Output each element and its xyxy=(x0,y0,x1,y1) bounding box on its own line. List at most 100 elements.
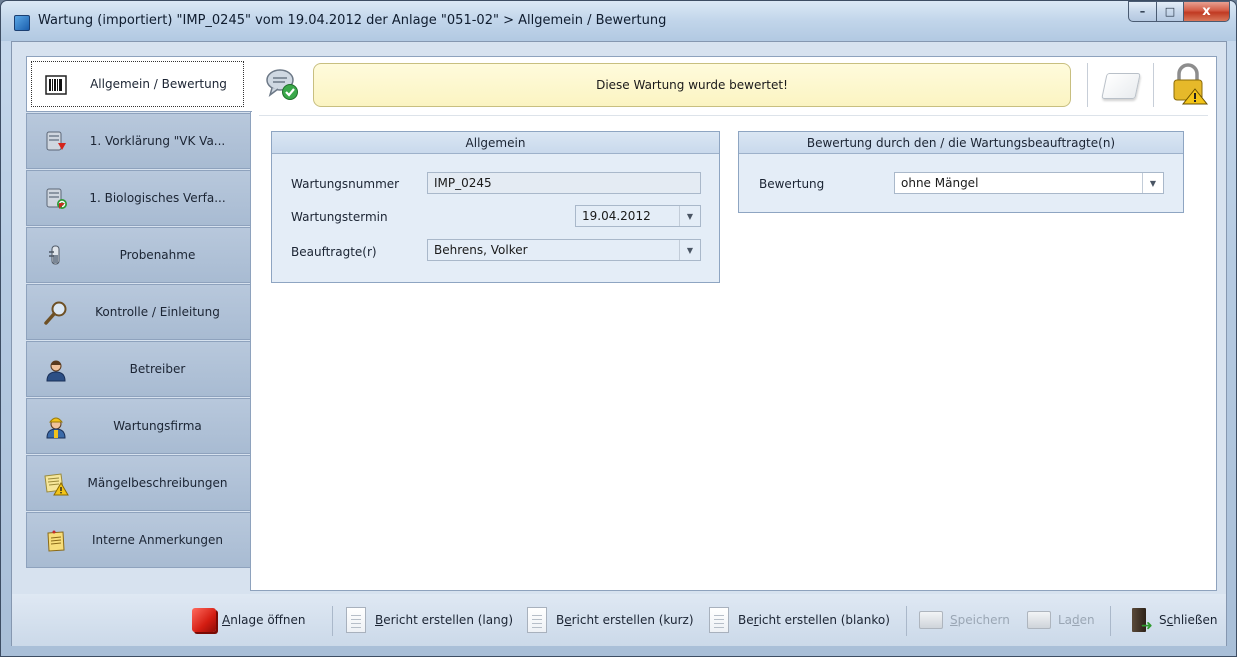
notepad-icon xyxy=(43,528,69,554)
bericht-kurz-label: richt erstellen (kurz) xyxy=(571,613,694,627)
banner-divider xyxy=(1087,63,1088,107)
maximize-button[interactable]: □ xyxy=(1156,1,1183,22)
schliessen-label: hließen xyxy=(1173,613,1218,627)
bewertung-label: Bewertung xyxy=(759,177,825,191)
minimize-button[interactable]: – xyxy=(1128,1,1156,22)
wartungsnummer-label: Wartungsnummer xyxy=(291,177,400,191)
laden-button[interactable]: La d en xyxy=(1025,604,1095,636)
chevron-down-icon[interactable]: ▼ xyxy=(1142,173,1163,193)
window-controls: – □ x xyxy=(1128,1,1230,22)
close-button[interactable]: x xyxy=(1183,1,1230,22)
toolbar-separator xyxy=(1110,606,1111,636)
load-folder-icon xyxy=(1025,605,1053,635)
sidebar-item-kontrolle-einleitung[interactable]: Kontrolle / Einleitung xyxy=(26,284,250,340)
app-icon xyxy=(14,15,30,31)
wartungsnummer-field[interactable]: IMP_0245 xyxy=(427,172,701,194)
bericht-kurz-button[interactable]: Be richt erstellen (kurz) xyxy=(523,604,694,636)
bottom-toolbar: Anlage öffnen Bericht erstellen (lang) B… xyxy=(12,594,1226,646)
bericht-blanko-label: icht erstellen (blanko) xyxy=(758,613,890,627)
bericht-lang-mnemonic: B xyxy=(375,613,384,627)
warning-note-icon xyxy=(43,471,69,497)
schliessen-mnemonic: c xyxy=(1166,613,1174,627)
application-window: Wartung (importiert) "IMP_0245" vom 19.0… xyxy=(0,0,1237,657)
sidebar-item-allgemein-bewertung[interactable]: Allgemein / Bewertung xyxy=(26,56,252,112)
barcode-icon xyxy=(43,72,69,98)
rating-group: Bewertung durch den / die Wartungsbeauft… xyxy=(738,131,1184,213)
document-icon xyxy=(523,605,551,635)
close-icon: x xyxy=(1202,4,1211,19)
title-bar[interactable]: Wartung (importiert) "IMP_0245" vom 19.0… xyxy=(1,1,1236,41)
blank-note-icon[interactable] xyxy=(1101,73,1141,99)
sidebar-item-label: 1. Vorklärung "VK Va... xyxy=(89,134,226,148)
beauftragte-value: Behrens, Volker xyxy=(434,243,528,257)
bewertung-value: ohne Mängel xyxy=(901,176,979,190)
bericht-kurz-mnemonic: e xyxy=(564,613,572,627)
beauftragte-select[interactable]: Behrens, Volker ▼ xyxy=(427,239,701,261)
status-banner: Diese Wartung wurde bewertet! xyxy=(313,63,1071,107)
red-cube-icon xyxy=(189,605,217,635)
bewertung-select[interactable]: ohne Mängel ▼ xyxy=(894,172,1164,194)
sidebar-item-biologisches-verfahren[interactable]: 1. Biologisches Verfa... xyxy=(26,170,250,226)
lock-warning-icon[interactable] xyxy=(1169,63,1209,105)
laden-mnemonic: d xyxy=(1072,613,1080,627)
laden-label: en xyxy=(1079,613,1095,627)
chat-check-icon xyxy=(265,67,299,101)
minimize-icon: – xyxy=(1139,5,1146,18)
bericht-lang-button[interactable]: Bericht erstellen (lang) xyxy=(342,604,513,636)
window-title: Wartung (importiert) "IMP_0245" vom 19.0… xyxy=(38,13,667,28)
sidebar-item-vorklaerung[interactable]: 1. Vorklärung "VK Va... xyxy=(26,113,250,169)
chevron-down-icon[interactable]: ▼ xyxy=(679,240,700,260)
schliessen-button[interactable]: ➜ Sc hließen xyxy=(1126,604,1217,636)
exit-door-icon: ➜ xyxy=(1126,605,1154,635)
sidebar-item-probenahme[interactable]: Probenahme xyxy=(26,227,250,283)
anlage-oeffnen-mnemonic: A xyxy=(222,613,231,627)
general-group-title: Allgemein xyxy=(272,132,719,154)
general-group: Allgemein Wartungsnummer IMP_0245 Wartun… xyxy=(271,131,720,283)
client-area: Allgemein / Bewertung 1. Vorklärung "VK … xyxy=(11,41,1227,646)
sidebar-item-label: 1. Biologisches Verfa... xyxy=(89,191,226,205)
user-icon xyxy=(43,357,69,383)
sidebar-item-wartungsfirma[interactable]: Wartungsfirma xyxy=(26,398,250,454)
wartungsnummer-value: IMP_0245 xyxy=(434,176,492,190)
wartungstermin-value: 19.04.2012 xyxy=(582,209,651,223)
maximize-icon: □ xyxy=(1164,5,1176,18)
main-content: Diese Wartung wurde bewertet! Allgemein … xyxy=(250,56,1217,591)
laden-prefix: La xyxy=(1058,613,1073,627)
speichern-mnemonic: S xyxy=(950,613,958,627)
schliessen-prefix: S xyxy=(1159,613,1167,627)
toolbar-separator xyxy=(906,606,907,636)
sidebar-item-label: Mängelbeschreibungen xyxy=(87,476,228,490)
sidebar-item-label: Wartungsfirma xyxy=(113,419,202,433)
server-down-icon xyxy=(43,129,69,155)
sidebar-item-label: Allgemein / Bewertung xyxy=(90,77,227,91)
save-folder-icon xyxy=(917,605,945,635)
bericht-blanko-button[interactable]: Be r icht erstellen (blanko) xyxy=(705,604,890,636)
bericht-lang-label: ericht erstellen (lang) xyxy=(383,613,514,627)
banner-message: Diese Wartung wurde bewertet! xyxy=(596,78,788,92)
banner-divider xyxy=(1153,63,1154,107)
anlage-oeffnen-label: nlage öffnen xyxy=(230,613,306,627)
worker-icon xyxy=(43,414,69,440)
sidebar-item-label: Probenahme xyxy=(119,248,196,262)
beauftragte-label: Beauftragte(r) xyxy=(291,245,377,259)
sidebar-item-label: Kontrolle / Einleitung xyxy=(95,305,220,319)
banner-underline xyxy=(259,115,1208,116)
anlage-oeffnen-button[interactable]: Anlage öffnen xyxy=(189,604,306,636)
speichern-label: peichern xyxy=(957,613,1010,627)
sidebar-item-label: Interne Anmerkungen xyxy=(92,533,223,547)
toolbar-separator xyxy=(332,606,333,636)
sidebar-item-interne-anmerkungen[interactable]: Interne Anmerkungen xyxy=(26,512,250,568)
document-icon xyxy=(342,605,370,635)
document-icon xyxy=(705,605,733,635)
wartungstermin-date-picker[interactable]: 19.04.2012 ▼ xyxy=(575,205,701,227)
sample-tube-icon xyxy=(43,243,69,269)
sidebar-item-maengelbeschreibungen[interactable]: Mängelbeschreibungen xyxy=(26,455,250,511)
bericht-blanko-prefix: Be xyxy=(738,613,754,627)
chevron-down-icon[interactable]: ▼ xyxy=(679,206,700,226)
speichern-button[interactable]: Speichern xyxy=(917,604,1010,636)
rating-group-title: Bewertung durch den / die Wartungsbeauft… xyxy=(739,132,1183,154)
bericht-kurz-prefix: B xyxy=(556,613,565,627)
sidebar-item-label: Betreiber xyxy=(129,362,186,376)
magnifier-icon xyxy=(43,300,69,326)
sidebar-item-betreiber[interactable]: Betreiber xyxy=(26,341,250,397)
